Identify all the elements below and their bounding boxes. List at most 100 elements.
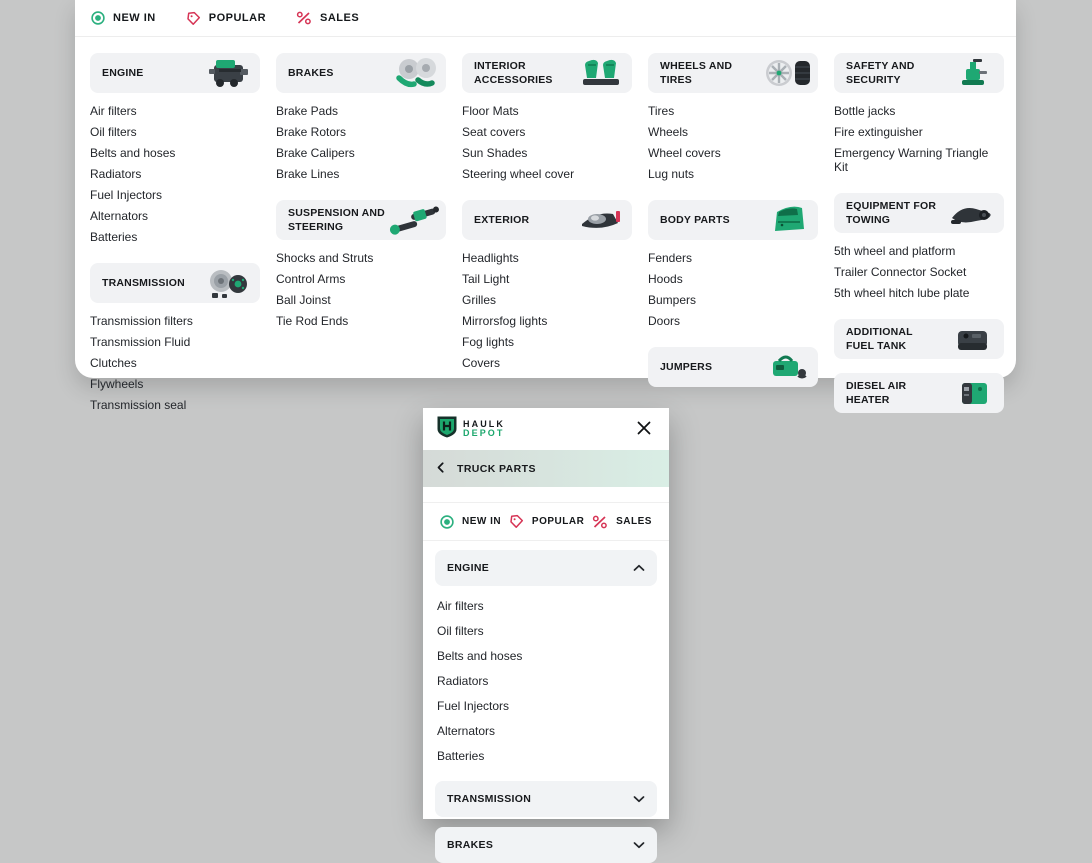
mega-column: ENGINE Air filters Oil filters Belts and ho… <box>90 53 260 417</box>
mega-menu-columns: ENGINE Air filters Oil filters Belts and ho… <box>75 37 1016 433</box>
menu-item-alternators[interactable]: Alternators <box>437 718 655 743</box>
category-header-exterior[interactable]: EXTERIOR <box>462 200 632 240</box>
category-title: WHEELS AND TIRES <box>660 59 733 86</box>
menu-item-steering-wheel-cover[interactable]: Steering wheel cover <box>462 163 632 184</box>
menu-item-bottle-jacks[interactable]: Bottle jacks <box>834 100 1004 121</box>
popular-icon <box>186 11 201 26</box>
menu-item-transmission-fluid[interactable]: Transmission Fluid <box>90 331 260 352</box>
menu-item-seat-covers[interactable]: Seat covers <box>462 121 632 142</box>
menu-item-transmission-seal[interactable]: Transmission seal <box>90 394 260 415</box>
category-header-interior-accessories[interactable]: INTERIOR ACCESSORIES <box>462 53 632 93</box>
category-header-engine[interactable]: ENGINE <box>90 53 260 93</box>
menu-item-brake-lines[interactable]: Brake Lines <box>276 163 446 184</box>
accordion-engine[interactable]: ENGINE <box>435 550 657 586</box>
menu-item-fuel-injectors[interactable]: Fuel Injectors <box>90 184 260 205</box>
category-header-safety-and-security[interactable]: SAFETY AND SECURITY <box>834 53 1004 93</box>
menu-item-wheel-covers[interactable]: Wheel covers <box>648 142 818 163</box>
menu-item-belts-and-hoses[interactable]: Belts and hoses <box>90 142 260 163</box>
category-header-jumpers[interactable]: JUMPERS <box>648 347 818 387</box>
brakes-photo-icon <box>385 56 443 90</box>
category-header-diesel-air-heater[interactable]: DIESEL AIR HEATER <box>834 373 1004 413</box>
menu-item-doors[interactable]: Doors <box>648 310 818 331</box>
sales-icon <box>296 11 312 25</box>
tab-label: POPULAR <box>531 516 585 527</box>
menu-item-batteries[interactable]: Batteries <box>90 226 260 247</box>
menu-item-belts-and-hoses[interactable]: Belts and hoses <box>437 643 655 668</box>
mobile-tab-popular[interactable]: POPULAR <box>509 514 584 529</box>
accordion-brakes[interactable]: BRAKES <box>435 827 657 863</box>
menu-item-batteries[interactable]: Batteries <box>437 743 655 768</box>
category-header-brakes[interactable]: BRAKES <box>276 53 446 93</box>
category-title: BRAKES <box>288 66 334 79</box>
menu-item-headlights[interactable]: Headlights <box>462 247 632 268</box>
category-items: Shocks and Struts Control Arms Ball Joinst… <box>276 240 446 333</box>
menu-item-covers[interactable]: Covers <box>462 352 632 373</box>
menu-item-brake-calipers[interactable]: Brake Calipers <box>276 142 446 163</box>
category-header-wheels-and-tires[interactable]: WHEELS AND TIRES <box>648 53 818 93</box>
mobile-tab-sales[interactable]: SALES <box>592 515 652 529</box>
menu-item-radiators[interactable]: Radiators <box>90 163 260 184</box>
menu-item-tie-rod-ends[interactable]: Tie Rod Ends <box>276 310 446 331</box>
menu-item-5th-wheel-and-platform[interactable]: 5th wheel and platform <box>834 240 1004 261</box>
menu-item-floor-mats[interactable]: Floor Mats <box>462 100 632 121</box>
menu-item-alternators[interactable]: Alternators <box>90 205 260 226</box>
menu-item-sun-shades[interactable]: Sun Shades <box>462 142 632 163</box>
menu-item-lug-nuts[interactable]: Lug nuts <box>648 163 818 184</box>
category-items: Air filters Oil filters Belts and hoses Rad… <box>90 93 260 249</box>
mega-menu-panel: NEW IN POPULAR SALES ENGINE Air filters Oil … <box>75 0 1016 413</box>
close-button[interactable] <box>632 416 656 443</box>
engine-photo-icon <box>199 56 257 90</box>
category-title: INTERIOR ACCESSORIES <box>474 59 553 86</box>
menu-item-air-filters[interactable]: Air filters <box>90 100 260 121</box>
menu-item-grilles[interactable]: Grilles <box>462 289 632 310</box>
category-header-transmission[interactable]: TRANSMISSION <box>90 263 260 303</box>
logo-shield-icon <box>436 415 458 444</box>
mega-tab-new-in[interactable]: NEW IN <box>91 11 156 25</box>
back-truck-parts-bar[interactable]: TRUCK PARTS <box>423 450 669 487</box>
menu-item-fuel-injectors[interactable]: Fuel Injectors <box>437 693 655 718</box>
mega-column: SAFETY AND SECURITY Bottle jacks Fire exti… <box>834 53 1004 413</box>
category-header-additional-fuel-tank[interactable]: ADDITIONAL FUEL TANK <box>834 319 1004 359</box>
haulk-depot-logo[interactable]: HAULK DEPOT <box>436 415 505 444</box>
menu-item-emergency-warning-triangle-kit[interactable]: Emergency Warning Triangle Kit <box>834 142 1004 177</box>
menu-item-fog-lights[interactable]: Fog lights <box>462 331 632 352</box>
menu-item-bumpers[interactable]: Bumpers <box>648 289 818 310</box>
menu-item-brake-pads[interactable]: Brake Pads <box>276 100 446 121</box>
menu-item-hoods[interactable]: Hoods <box>648 268 818 289</box>
menu-item-transmission-filters[interactable]: Transmission filters <box>90 310 260 331</box>
category-header-body-parts[interactable]: BODY PARTS <box>648 200 818 240</box>
mega-tab-sales[interactable]: SALES <box>296 11 359 25</box>
menu-item-flywheels[interactable]: Flywheels <box>90 373 260 394</box>
menu-item-brake-rotors[interactable]: Brake Rotors <box>276 121 446 142</box>
menu-item-trailer-connector-socket[interactable]: Trailer Connector Socket <box>834 261 1004 282</box>
menu-item-oil-filters[interactable]: Oil filters <box>90 121 260 142</box>
menu-item-clutches[interactable]: Clutches <box>90 352 260 373</box>
menu-item-radiators[interactable]: Radiators <box>437 668 655 693</box>
menu-item-5th-wheel-hitch-lube-plate[interactable]: 5th wheel hitch lube plate <box>834 282 1004 303</box>
mega-tab-popular[interactable]: POPULAR <box>186 11 266 26</box>
menu-item-tires[interactable]: Tires <box>648 100 818 121</box>
mobile-tab-new-in[interactable]: NEW IN <box>440 514 501 529</box>
mobile-accordions: ENGINE Air filters Oil filters Belts and ho… <box>423 541 669 863</box>
tab-label: SALES <box>320 12 360 24</box>
sales-icon <box>592 515 608 529</box>
accordion-title: BRAKES <box>447 839 494 851</box>
category-header-suspension-and-steering[interactable]: SUSPENSION AND STEERING <box>276 200 446 240</box>
menu-item-oil-filters[interactable]: Oil filters <box>437 618 655 643</box>
menu-item-mirrorsfog-lights[interactable]: Mirrorsfog lights <box>462 310 632 331</box>
interior-photo-icon <box>571 56 629 90</box>
menu-item-control-arms[interactable]: Control Arms <box>276 268 446 289</box>
menu-item-shocks-and-struts[interactable]: Shocks and Struts <box>276 247 446 268</box>
category-header-equipment-for-towing[interactable]: EQUIPMENT FOR TOWING <box>834 193 1004 233</box>
category-items: Transmission filters Transmission Fluid Cl… <box>90 303 260 417</box>
menu-item-ball-joinst[interactable]: Ball Joinst <box>276 289 446 310</box>
menu-item-fenders[interactable]: Fenders <box>648 247 818 268</box>
category-items: Floor Mats Seat covers Sun Shades Steering … <box>462 93 632 186</box>
menu-item-tail-light[interactable]: Tail Light <box>462 268 632 289</box>
menu-item-air-filters[interactable]: Air filters <box>437 593 655 618</box>
mega-column: BRAKES Brake Pads Brake Rotors Brake Calipe… <box>276 53 446 333</box>
menu-item-wheels[interactable]: Wheels <box>648 121 818 142</box>
accordion-transmission[interactable]: TRANSMISSION <box>435 781 657 817</box>
mega-column: INTERIOR ACCESSORIES Floor Mats Seat cover… <box>462 53 632 375</box>
menu-item-fire-extinguisher[interactable]: Fire extinguisher <box>834 121 1004 142</box>
